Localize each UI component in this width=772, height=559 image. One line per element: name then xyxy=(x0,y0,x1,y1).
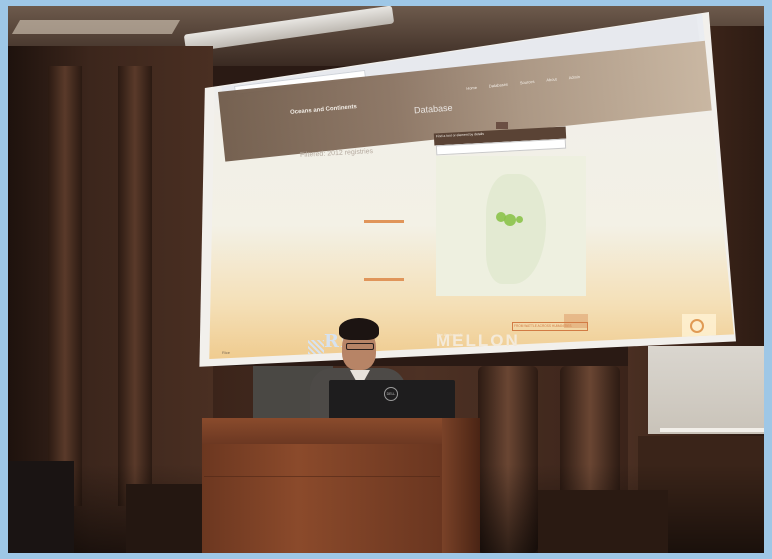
presenter-glasses xyxy=(346,343,374,350)
lecture-photo: Oceans and Continents Home Databases Sou… xyxy=(8,6,764,553)
rice-owl-logo-icon xyxy=(308,340,324,354)
podium-side xyxy=(442,418,480,553)
chair xyxy=(8,461,74,553)
active-tab xyxy=(496,122,508,129)
ceiling-light xyxy=(11,20,181,34)
desk-left xyxy=(126,484,204,553)
podium xyxy=(202,444,442,553)
map-bubble xyxy=(504,214,516,226)
desk-right xyxy=(538,490,668,553)
chart-bar xyxy=(364,220,404,223)
dell-logo-icon: DELL xyxy=(384,387,398,401)
map-bubble xyxy=(516,216,523,223)
footer-partner-box: FROM WATTLE ACROSS HUMANITIES xyxy=(512,322,588,331)
podium-top xyxy=(202,418,468,444)
app-logo-icon xyxy=(690,319,704,333)
chart-bar xyxy=(364,278,404,281)
mellon-logo: MELLON xyxy=(436,331,520,350)
podium-panel-line xyxy=(204,476,440,477)
side-screen xyxy=(648,346,764,434)
presenter-hair xyxy=(339,318,379,340)
footer-text: Rice xyxy=(222,350,231,355)
wall-panel xyxy=(48,66,82,506)
nav-item-about: About xyxy=(546,76,558,83)
projected-webpage: Oceans and Continents Home Databases Sou… xyxy=(209,14,734,359)
wall-panel xyxy=(118,66,152,506)
side-screen-frame xyxy=(660,428,764,432)
